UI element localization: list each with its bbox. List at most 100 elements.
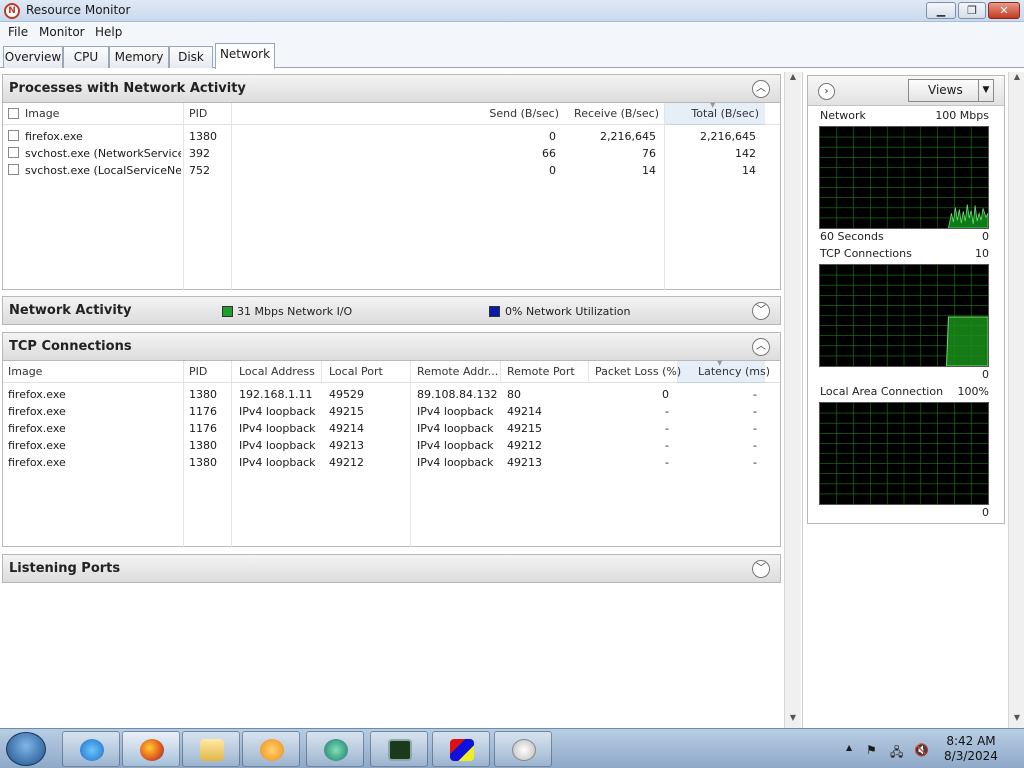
network-activity-section-header[interactable]: Network Activity 31 Mbps Network I/O 0% … <box>2 296 781 325</box>
scroll-up-icon[interactable]: ▲ <box>785 72 801 86</box>
expand-icon[interactable]: ﹀ <box>752 560 770 578</box>
tcp-section-header[interactable]: TCP Connections ︿ <box>2 332 781 361</box>
col-receive[interactable]: Receive (B/sec) <box>559 107 659 120</box>
tab-network[interactable]: Network <box>215 43 275 69</box>
row-checkbox[interactable] <box>8 130 19 141</box>
windows-start-icon[interactable] <box>6 732 46 766</box>
lan-graph <box>819 402 989 505</box>
firefox-icon[interactable] <box>122 731 180 767</box>
cell-total: 14 <box>742 164 756 177</box>
chevron-down-icon[interactable]: ▼ <box>978 80 993 101</box>
cell-packet-loss: 0 <box>662 388 669 401</box>
main-scrollbar[interactable]: ▲ ▼ <box>784 72 801 728</box>
cell-image: firefox.exe <box>8 388 66 401</box>
close-button[interactable]: ✕ <box>988 2 1020 19</box>
internet-explorer-icon[interactable] <box>62 731 120 767</box>
main-pane: Processes with Network Activity ︿ ▼ Imag… <box>0 72 800 728</box>
performance-monitor-icon[interactable] <box>494 731 552 767</box>
collapse-icon[interactable]: ︿ <box>752 338 770 356</box>
col-pid[interactable]: PID <box>189 107 207 120</box>
cell-pid: 752 <box>189 164 210 177</box>
graph-pane: › Views ▼ Network 100 Mbps 60 Seconds 0 … <box>802 72 1024 728</box>
action-center-flag-icon[interactable]: ⚑ <box>866 743 877 757</box>
paint-icon[interactable] <box>432 731 490 767</box>
row-checkbox[interactable] <box>8 164 19 175</box>
expand-icon[interactable]: ﹀ <box>752 302 770 320</box>
cell-remote-address: IPv4 loopback <box>417 405 494 418</box>
cell-remote-port: 49213 <box>507 456 542 469</box>
cell-latency: - <box>753 422 757 435</box>
media-player-icon[interactable] <box>242 731 300 767</box>
cell-send: 0 <box>549 130 556 143</box>
row-checkbox[interactable] <box>8 147 19 158</box>
tab-memory[interactable]: Memory <box>109 46 169 68</box>
cell-remote-address: IPv4 loopback <box>417 422 494 435</box>
minimize-button[interactable]: ▁ <box>926 2 956 19</box>
column-separator <box>410 361 411 547</box>
cell-pid: 1380 <box>189 439 217 452</box>
listening-ports-section-header[interactable]: Listening Ports ﹀ <box>2 554 781 583</box>
menu-monitor[interactable]: Monitor <box>39 25 85 39</box>
cell-packet-loss: - <box>665 405 669 418</box>
maximize-button[interactable]: ❐ <box>958 2 986 19</box>
graph-pane-scrollbar[interactable]: ▲ ▼ <box>1008 72 1024 728</box>
menu-file[interactable]: File <box>8 25 28 39</box>
lan-graph-title: Local Area Connection <box>820 385 944 398</box>
col-remote-port[interactable]: Remote Port <box>507 365 575 378</box>
cell-send: 0 <box>549 164 556 177</box>
col-total[interactable]: Total (B/sec) <box>659 107 759 120</box>
col-latency[interactable]: Latency (ms) <box>698 365 770 378</box>
col-pid[interactable]: PID <box>189 365 207 378</box>
views-dropdown[interactable]: Views ▼ <box>908 79 994 102</box>
scroll-down-icon[interactable]: ▼ <box>785 713 801 727</box>
cell-pid: 392 <box>189 147 210 160</box>
resource-monitor-taskbar-icon[interactable] <box>370 731 428 767</box>
system-clock[interactable]: 8:42 AM 8/3/2024 <box>938 734 1004 764</box>
cell-latency: - <box>753 388 757 401</box>
processes-section-header[interactable]: Processes with Network Activity ︿ <box>2 74 781 103</box>
media-center-icon[interactable] <box>306 731 364 767</box>
network-graph-time: 60 Seconds <box>820 230 884 243</box>
network-io-legend <box>222 306 233 317</box>
views-label: Views <box>928 83 963 97</box>
clock-time: 8:42 AM <box>946 734 996 748</box>
col-local-port[interactable]: Local Port <box>329 365 383 378</box>
col-remote-address[interactable]: Remote Addr... <box>417 365 498 378</box>
cell-local-port: 49212 <box>329 456 364 469</box>
cell-local-address: IPv4 loopback <box>239 405 316 418</box>
tab-overview[interactable]: Overview <box>3 46 63 68</box>
select-all-checkbox[interactable] <box>8 108 19 119</box>
menu-bar: File Monitor Help <box>0 22 1024 42</box>
col-image[interactable]: Image <box>8 365 42 378</box>
menu-help[interactable]: Help <box>95 25 122 39</box>
scroll-down-icon[interactable]: ▼ <box>1009 713 1024 727</box>
cell-local-port: 49213 <box>329 439 364 452</box>
tcp-graph-area <box>945 316 988 366</box>
network-tray-icon[interactable]: 🖧 <box>890 743 903 764</box>
network-activity-title: Network Activity <box>9 303 132 318</box>
show-hidden-icons[interactable]: ▲ <box>846 743 852 752</box>
speaker-muted-icon[interactable]: 🔇 <box>914 743 929 757</box>
cell-receive: 76 <box>642 147 656 160</box>
lan-graph-min: 0 <box>982 506 989 519</box>
cell-local-address: IPv4 loopback <box>239 439 316 452</box>
scroll-up-icon[interactable]: ▲ <box>1009 72 1024 86</box>
column-separator <box>321 361 322 383</box>
network-graph-min: 0 <box>982 230 989 243</box>
cell-pid: 1380 <box>189 456 217 469</box>
cell-image: firefox.exe <box>8 439 66 452</box>
graph-panel: › Views ▼ Network 100 Mbps 60 Seconds 0 … <box>807 75 1005 524</box>
cell-total: 142 <box>735 147 756 160</box>
chevron-right-icon[interactable]: › <box>818 83 835 100</box>
col-packet-loss[interactable]: Packet Loss (%) <box>595 365 681 378</box>
windows-explorer-icon[interactable] <box>182 731 240 767</box>
window-title: Resource Monitor <box>26 3 131 17</box>
col-image[interactable]: Image <box>25 107 59 120</box>
collapse-icon[interactable]: ︿ <box>752 80 770 98</box>
cell-local-address: IPv4 loopback <box>239 456 316 469</box>
col-send[interactable]: Send (B/sec) <box>459 107 559 120</box>
col-local-address[interactable]: Local Address <box>239 365 315 378</box>
cell-packet-loss: - <box>665 422 669 435</box>
tab-disk[interactable]: Disk <box>169 46 213 68</box>
tab-cpu[interactable]: CPU <box>63 46 109 68</box>
